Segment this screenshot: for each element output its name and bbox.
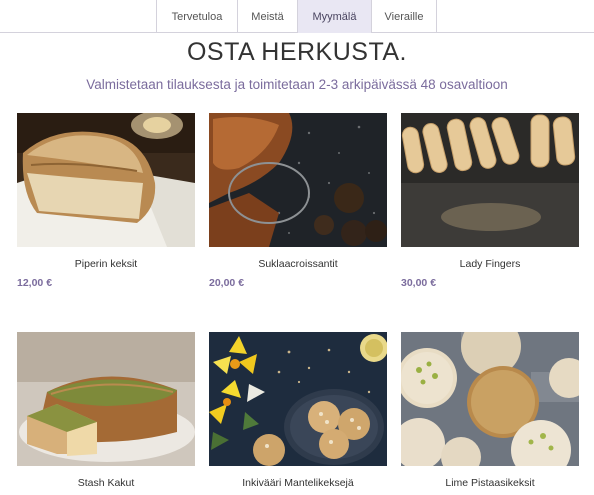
product-image[interactable] xyxy=(401,332,579,466)
product-name[interactable]: Suklaacroissantit xyxy=(209,258,387,270)
product-name[interactable]: Lime Pistaasikeksit xyxy=(401,477,579,489)
product-image[interactable] xyxy=(17,332,195,466)
product-image[interactable] xyxy=(17,113,195,247)
product-price: 12,00 € xyxy=(17,277,53,289)
product-image[interactable] xyxy=(401,113,579,247)
nav-tabs: Tervetuloa Meistä Myymälä Vieraille xyxy=(156,0,437,33)
page-subtitle: Valmistetaan tilauksesta ja toimitetaan … xyxy=(86,77,508,92)
product-image[interactable] xyxy=(209,332,387,466)
page-title: OSTA HERKUSTA. xyxy=(186,38,407,66)
product-name[interactable]: Stash Kakut xyxy=(17,477,195,489)
tab-myymala[interactable]: Myymälä xyxy=(297,0,371,33)
product-name[interactable]: Inkivääri Mantelikeksejä xyxy=(209,477,387,489)
tab-vieraille[interactable]: Vieraille xyxy=(371,0,437,33)
product-image[interactable] xyxy=(209,113,387,247)
top-navigation: Tervetuloa Meistä Myymälä Vieraille xyxy=(0,0,594,33)
tab-meista[interactable]: Meistä xyxy=(237,0,297,33)
product-price: 20,00 € xyxy=(209,277,245,289)
product-price: 30,00 € xyxy=(401,277,437,289)
product-name[interactable]: Lady Fingers xyxy=(401,258,579,270)
tab-tervetuloa[interactable]: Tervetuloa xyxy=(156,0,237,33)
product-name[interactable]: Piperin keksit xyxy=(17,258,195,270)
